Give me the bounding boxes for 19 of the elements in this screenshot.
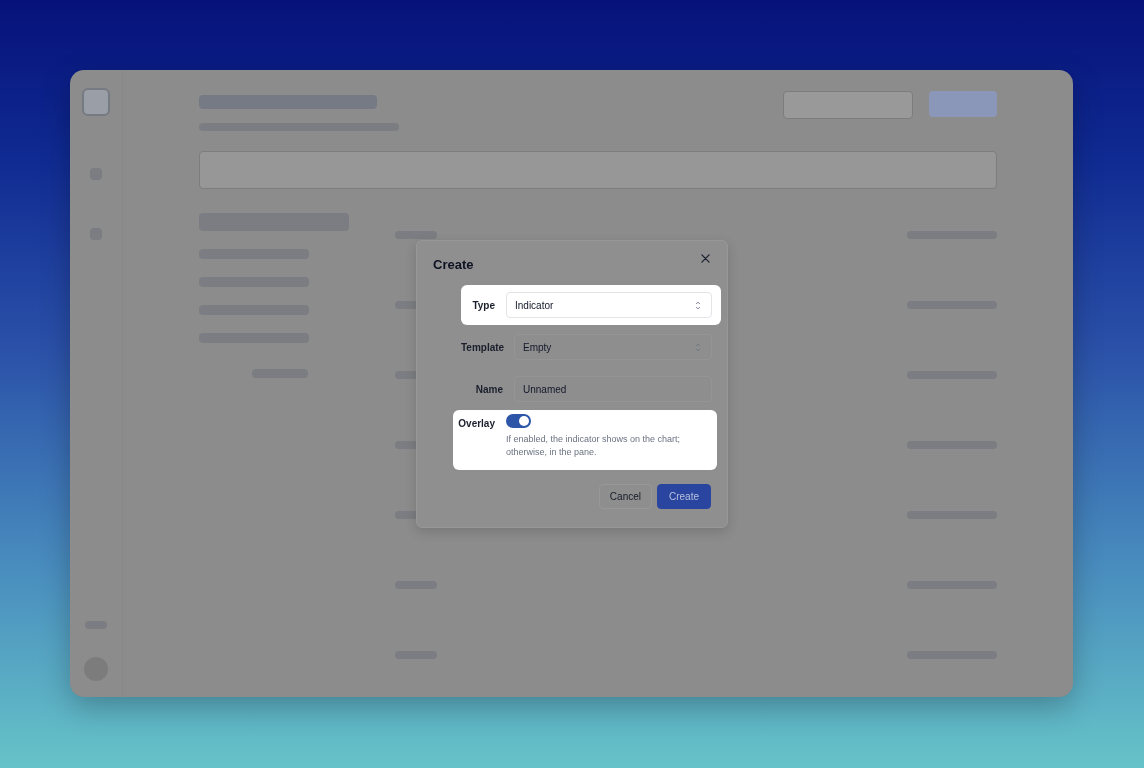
- create-button[interactable]: Create: [657, 484, 711, 509]
- chevron-icon: [695, 342, 701, 352]
- input-field[interactable]: Unnamed: [514, 376, 712, 402]
- field-label: Template: [461, 341, 503, 353]
- help-text: If enabled, the indicator shows on the chart; otherwise, in the pane.: [506, 433, 682, 459]
- field-label: Overlay: [457, 417, 495, 429]
- logo-icon: [82, 88, 110, 116]
- select-field[interactable]: Indicator: [506, 292, 712, 318]
- chevron-icon: [695, 300, 701, 310]
- close-icon[interactable]: [701, 254, 711, 264]
- search-field[interactable]: [783, 91, 913, 119]
- dialog-title: Create: [433, 256, 474, 272]
- field-label: Type: [471, 299, 495, 311]
- blurred-line: [395, 231, 437, 239]
- select-field[interactable]: Empty: [514, 334, 712, 360]
- cancel-button[interactable]: Cancel: [598, 484, 652, 509]
- field-label: Name: [474, 383, 503, 395]
- new-button[interactable]: [929, 91, 997, 117]
- toggle-switch[interactable]: [506, 414, 531, 428]
